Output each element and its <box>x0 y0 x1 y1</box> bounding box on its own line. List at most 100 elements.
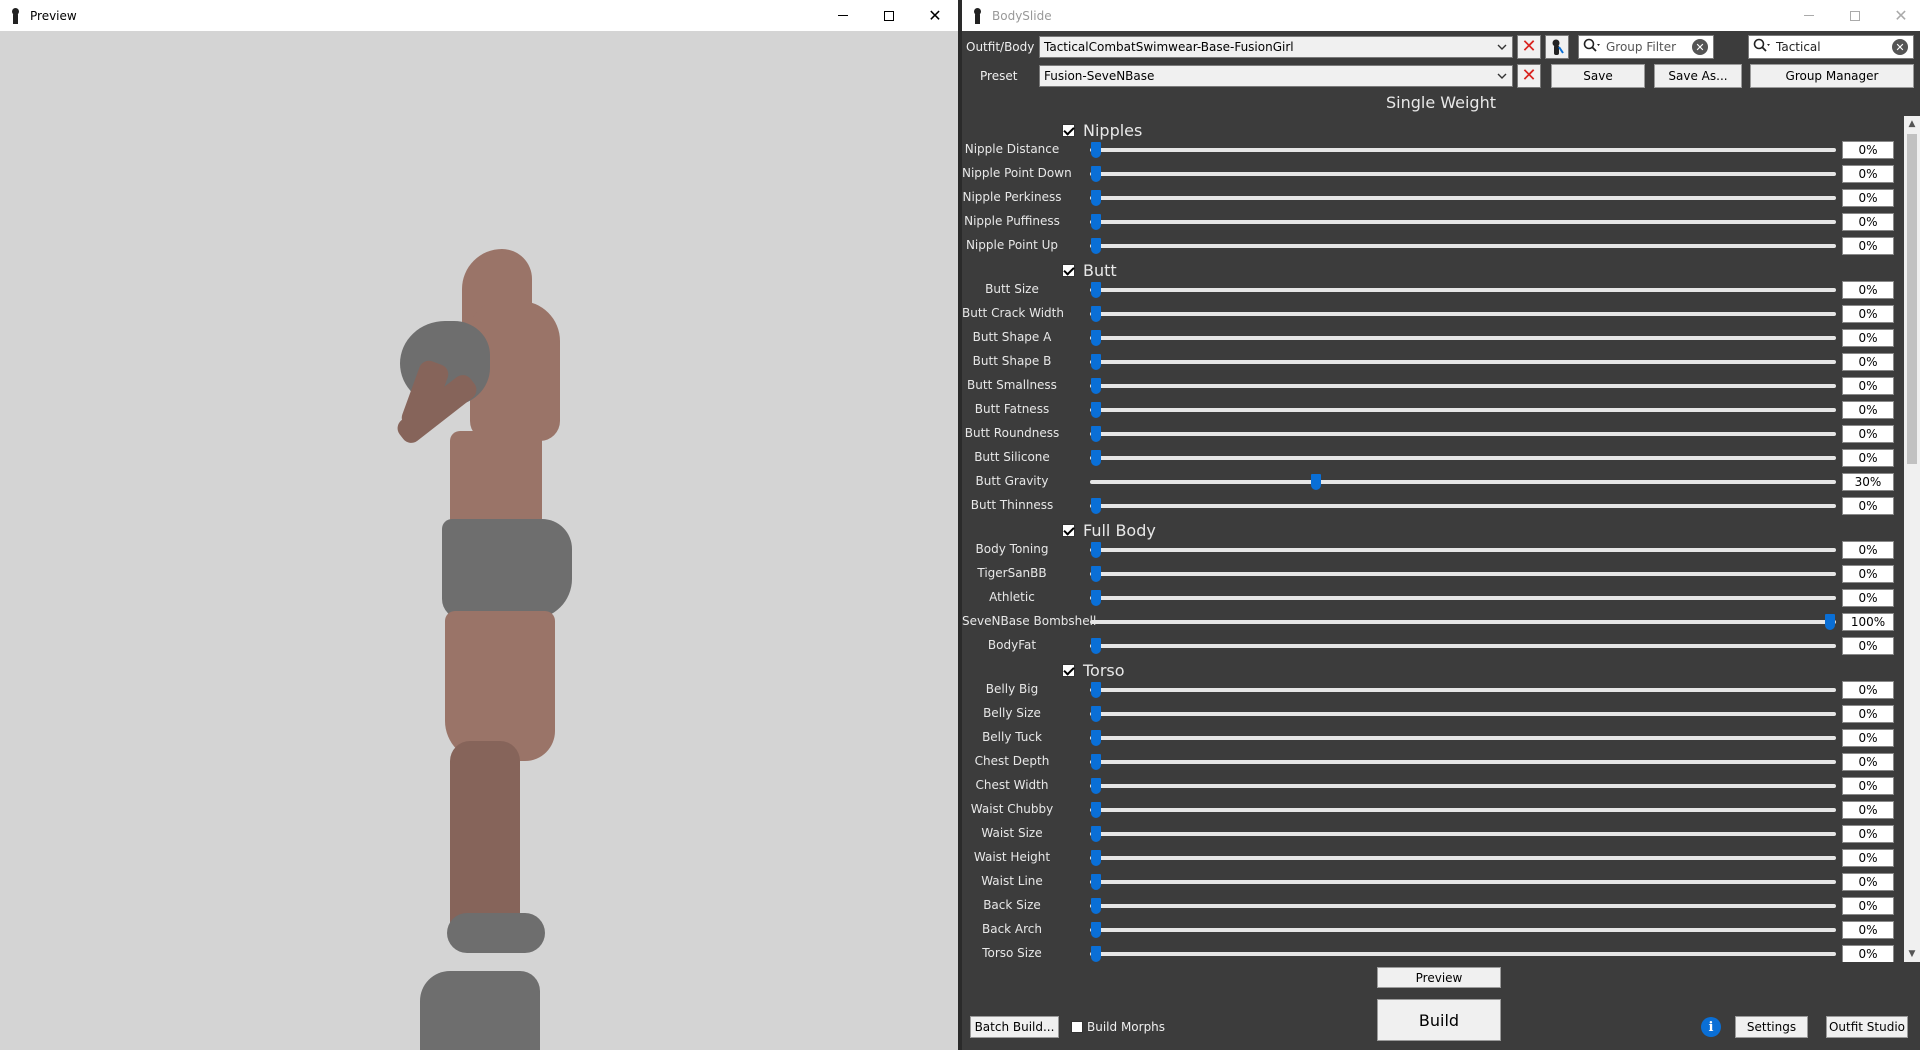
slider-value-input[interactable]: 0% <box>1842 729 1894 747</box>
slider-value-input[interactable]: 0% <box>1842 377 1894 395</box>
outfit-studio-button[interactable]: Outfit Studio <box>1826 1016 1908 1038</box>
scroll-up-icon[interactable]: ▲ <box>1904 116 1920 132</box>
scrollbar-thumb[interactable] <box>1907 134 1917 464</box>
slider-value-input[interactable]: 0% <box>1842 681 1894 699</box>
slider-thumb[interactable] <box>1091 426 1101 442</box>
info-icon[interactable]: i <box>1701 1017 1721 1037</box>
slider-track[interactable] <box>1090 922 1836 938</box>
group-manager-button[interactable]: Group Manager <box>1750 64 1914 88</box>
slider-panel[interactable]: Nipples Nipple Distance 0% Nipple Point Dow… <box>962 116 1920 962</box>
slider-thumb[interactable] <box>1091 566 1101 582</box>
3d-viewport[interactable] <box>0 31 958 1050</box>
slider-value-input[interactable]: 0% <box>1842 637 1894 655</box>
slider-track[interactable] <box>1090 590 1836 606</box>
clear-filter-icon[interactable]: ✕ <box>1692 39 1708 55</box>
slider-thumb[interactable] <box>1311 474 1322 490</box>
slider-scrollbar[interactable]: ▲ ▼ <box>1904 116 1920 962</box>
group-filter-input[interactable]: Group Filter ✕ <box>1578 35 1714 59</box>
slider-track[interactable] <box>1090 450 1836 466</box>
build-button[interactable]: Build <box>1377 999 1501 1041</box>
slider-track[interactable] <box>1090 826 1836 842</box>
build-morphs-checkbox[interactable] <box>1071 1021 1083 1033</box>
slider-track[interactable] <box>1090 354 1836 370</box>
slider-thumb[interactable] <box>1091 874 1101 890</box>
slider-track[interactable] <box>1090 682 1836 698</box>
slider-value-input[interactable]: 0% <box>1842 401 1894 419</box>
slider-value-input[interactable]: 0% <box>1842 541 1894 559</box>
slider-thumb[interactable] <box>1091 354 1101 370</box>
slider-track[interactable] <box>1090 542 1836 558</box>
preview-titlebar[interactable]: Preview ✕ <box>0 0 958 31</box>
slider-value-input[interactable]: 0% <box>1842 921 1894 939</box>
slider-thumb[interactable] <box>1091 946 1101 962</box>
slider-value-input[interactable]: 0% <box>1842 497 1894 515</box>
save-button[interactable]: Save <box>1551 64 1645 88</box>
slider-value-input[interactable]: 0% <box>1842 141 1894 159</box>
slider-thumb[interactable] <box>1091 898 1101 914</box>
slider-track[interactable] <box>1090 426 1836 442</box>
slider-thumb[interactable] <box>1091 498 1101 514</box>
slider-thumb[interactable] <box>1091 238 1101 254</box>
category-checkbox[interactable] <box>1062 123 1075 137</box>
slider-track[interactable] <box>1090 614 1836 630</box>
slider-value-input[interactable]: 0% <box>1842 329 1894 347</box>
slider-track[interactable] <box>1090 566 1836 582</box>
batch-build-button[interactable]: Batch Build... <box>970 1016 1059 1038</box>
category-header[interactable]: Nipples <box>1062 120 1142 140</box>
slider-value-input[interactable]: 0% <box>1842 945 1894 962</box>
slider-track[interactable] <box>1090 850 1836 866</box>
slider-thumb[interactable] <box>1091 166 1101 182</box>
slider-track[interactable] <box>1090 874 1836 890</box>
slider-value-input[interactable]: 0% <box>1842 305 1894 323</box>
slider-value-input[interactable]: 0% <box>1842 449 1894 467</box>
slider-track[interactable] <box>1090 378 1836 394</box>
slider-track[interactable] <box>1090 474 1836 490</box>
slider-thumb[interactable] <box>1091 638 1101 654</box>
slider-thumb[interactable] <box>1091 306 1101 322</box>
slider-thumb[interactable] <box>1091 282 1101 298</box>
slider-value-input[interactable]: 0% <box>1842 281 1894 299</box>
slider-track[interactable] <box>1090 730 1836 746</box>
category-header[interactable]: Full Body <box>1062 520 1156 540</box>
slider-value-input[interactable]: 0% <box>1842 849 1894 867</box>
settings-button[interactable]: Settings <box>1735 1016 1808 1038</box>
slider-value-input[interactable]: 0% <box>1842 213 1894 231</box>
close-button[interactable]: ✕ <box>912 0 958 31</box>
slider-thumb[interactable] <box>1091 850 1101 866</box>
slider-thumb[interactable] <box>1091 590 1101 606</box>
minimize-button[interactable] <box>820 0 866 31</box>
outfit-studio-shortcut-button[interactable] <box>1545 35 1569 59</box>
slider-value-input[interactable]: 100% <box>1842 613 1894 631</box>
slider-thumb[interactable] <box>1091 142 1101 158</box>
slider-track[interactable] <box>1090 498 1836 514</box>
clear-outfit-button[interactable]: ✕ <box>1517 35 1541 59</box>
slider-track[interactable] <box>1090 238 1836 254</box>
scroll-down-icon[interactable]: ▼ <box>1904 946 1920 962</box>
clear-filter-icon[interactable]: ✕ <box>1892 39 1908 55</box>
slider-value-input[interactable]: 0% <box>1842 353 1894 371</box>
slider-thumb[interactable] <box>1091 922 1101 938</box>
slider-value-input[interactable]: 0% <box>1842 589 1894 607</box>
slider-track[interactable] <box>1090 402 1836 418</box>
category-checkbox[interactable] <box>1062 263 1075 277</box>
preview-button[interactable]: Preview <box>1377 967 1501 988</box>
slider-value-input[interactable]: 0% <box>1842 189 1894 207</box>
slider-thumb[interactable] <box>1091 826 1101 842</box>
slider-value-input[interactable]: 0% <box>1842 705 1894 723</box>
slider-track[interactable] <box>1090 898 1836 914</box>
slider-track[interactable] <box>1090 706 1836 722</box>
slider-value-input[interactable]: 0% <box>1842 165 1894 183</box>
slider-track[interactable] <box>1090 802 1836 818</box>
slider-track[interactable] <box>1090 778 1836 794</box>
slider-thumb[interactable] <box>1091 542 1101 558</box>
category-header[interactable]: Butt <box>1062 260 1117 280</box>
slider-track[interactable] <box>1090 330 1836 346</box>
slider-thumb[interactable] <box>1091 214 1101 230</box>
category-checkbox[interactable] <box>1062 523 1075 537</box>
slider-track[interactable] <box>1090 190 1836 206</box>
outfit-filter-input[interactable]: Tactical ✕ <box>1748 35 1914 59</box>
slider-thumb[interactable] <box>1091 730 1101 746</box>
slider-track[interactable] <box>1090 282 1836 298</box>
slider-thumb[interactable] <box>1091 754 1101 770</box>
slider-track[interactable] <box>1090 306 1836 322</box>
